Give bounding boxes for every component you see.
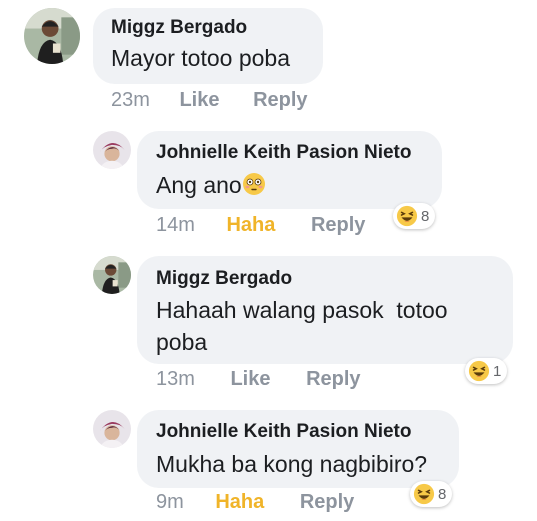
reaction-summary[interactable]: 8: [393, 203, 436, 229]
comment-text: Hahaah walang pasok totoo poba: [156, 294, 448, 358]
reply-button[interactable]: Reply: [300, 491, 354, 513]
reply-button[interactable]: Reply: [306, 368, 360, 390]
haha-reaction-button[interactable]: Haha: [226, 214, 275, 236]
reply-button[interactable]: Reply: [253, 89, 307, 111]
comment-actions: 13m Like Reply: [156, 368, 361, 391]
comment-text: Mayor totoo poba: [111, 45, 291, 71]
comment-actions: 9m Haha Reply: [156, 491, 354, 514]
haha-reaction-button[interactable]: Haha: [215, 491, 264, 513]
reaction-count: 8: [421, 207, 430, 225]
comment-text: Ang ano: [156, 169, 266, 201]
comment-author[interactable]: Johnielle Keith Pasion Nieto: [156, 421, 412, 443]
reaction-count: 1: [493, 362, 502, 380]
like-button[interactable]: Like: [179, 89, 219, 111]
avatar-johnielle-nieto[interactable]: [93, 410, 131, 448]
comment-actions: 23m Like Reply: [111, 89, 308, 112]
reply-button[interactable]: Reply: [311, 214, 365, 236]
haha-icon: [396, 205, 418, 227]
comment-text: Mukha ba kong nagbibiro?: [156, 451, 428, 477]
avatar-miggz-bergado[interactable]: [24, 8, 80, 64]
comment-author[interactable]: Miggz Bergado: [111, 17, 247, 39]
comment-text-content: Ang ano: [156, 172, 242, 198]
haha-icon: [468, 360, 490, 382]
comment-text-line: Hahaah walang pasok totoo: [156, 297, 448, 323]
comment-author[interactable]: Miggz Bergado: [156, 268, 292, 290]
like-button[interactable]: Like: [230, 368, 270, 390]
comment-time[interactable]: 23m: [111, 89, 150, 111]
avatar-miggz-bergado[interactable]: [93, 256, 131, 294]
reaction-count: 8: [438, 485, 447, 503]
comment-time[interactable]: 9m: [156, 491, 184, 513]
comment-text-line: poba: [156, 329, 208, 355]
flushed-face-emoji: [242, 172, 266, 196]
reaction-summary[interactable]: 8: [410, 481, 453, 507]
avatar-johnielle-nieto[interactable]: [93, 131, 131, 169]
comment-time[interactable]: 14m: [156, 214, 195, 236]
comment-actions: 14m Haha Reply: [156, 214, 365, 237]
comment-author[interactable]: Johnielle Keith Pasion Nieto: [156, 142, 412, 164]
reaction-summary[interactable]: 1: [465, 358, 508, 384]
haha-icon: [413, 483, 435, 505]
comment-time[interactable]: 13m: [156, 368, 195, 390]
